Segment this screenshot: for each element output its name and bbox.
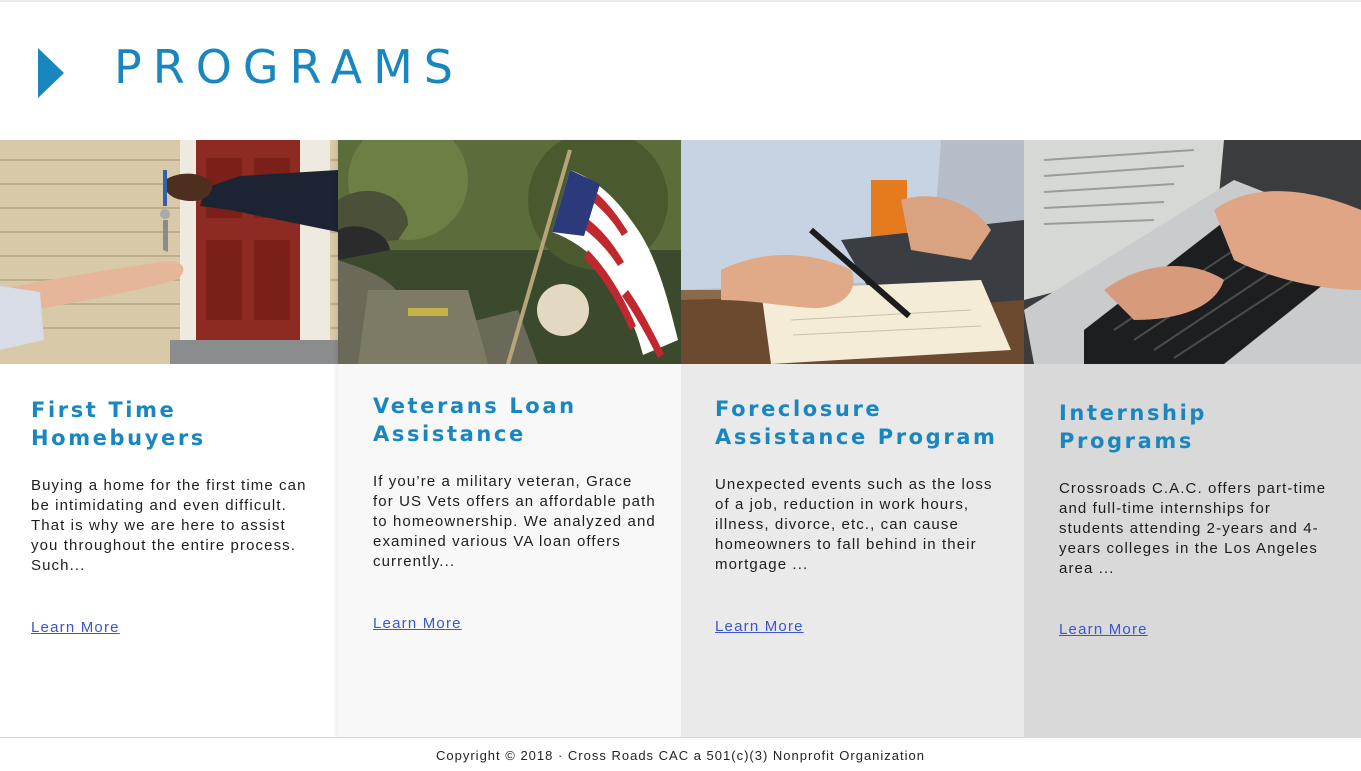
veteran-with-american-flag-photo xyxy=(338,140,681,364)
program-description: Buying a home for the first time can be … xyxy=(31,477,307,574)
program-description: Crossroads C.A.C. offers part-time and f… xyxy=(1059,480,1327,577)
play-arrow-icon xyxy=(38,48,64,98)
learn-more-link[interactable]: Learn More xyxy=(715,618,804,635)
program-title-line: Foreclosure xyxy=(715,397,883,421)
program-title: First Time Homebuyers xyxy=(31,396,206,452)
program-title: Veterans Loan Assistance xyxy=(373,392,577,448)
house-keys-handover-photo xyxy=(0,140,338,364)
program-title-line: Programs xyxy=(1059,429,1194,453)
program-card-veterans-loan: Veterans Loan Assistance If you’re a mil… xyxy=(338,140,681,738)
program-title-line: Internship xyxy=(1059,401,1208,425)
program-description: If you’re a military veteran, Grace for … xyxy=(373,473,656,570)
copyright-text: Copyright © 2018 · Cross Roads CAC a 501… xyxy=(436,748,925,763)
program-title: Foreclosure Assistance Program xyxy=(715,395,998,451)
hands-typing-laptop-photo xyxy=(1024,140,1361,364)
learn-more-link[interactable]: Learn More xyxy=(31,619,120,636)
program-title-line: First Time xyxy=(31,398,177,422)
learn-more-link[interactable]: Learn More xyxy=(373,615,462,632)
learn-more-link[interactable]: Learn More xyxy=(1059,621,1148,638)
page-header: PROGRAMS xyxy=(0,2,1361,140)
program-description: Unexpected events such as the loss of a … xyxy=(715,476,993,573)
program-title-line: Veterans Loan xyxy=(373,394,577,418)
person-writing-notes-photo xyxy=(681,140,1024,364)
program-title-line: Assistance Program xyxy=(715,425,998,449)
program-card-internship-programs: Internship Programs Crossroads C.A.C. of… xyxy=(1024,140,1361,738)
program-title: Internship Programs xyxy=(1059,399,1207,455)
page-footer: Copyright © 2018 · Cross Roads CAC a 501… xyxy=(0,737,1361,771)
program-card-foreclosure-assistance: Foreclosure Assistance Program Unexpecte… xyxy=(681,140,1024,738)
programs-grid: First Time Homebuyers Buying a home for … xyxy=(0,140,1361,738)
page-title: PROGRAMS xyxy=(114,40,465,94)
program-title-line: Homebuyers xyxy=(31,426,206,450)
program-title-line: Assistance xyxy=(373,422,526,446)
program-card-first-time-homebuyers: First Time Homebuyers Buying a home for … xyxy=(0,140,338,738)
